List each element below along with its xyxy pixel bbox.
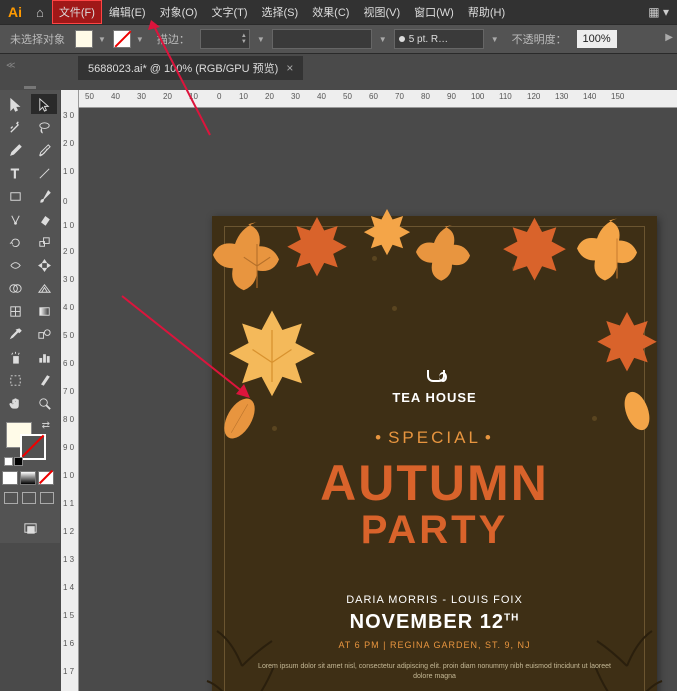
toolbox: T ⇄ xyxy=(0,90,60,543)
lorem-text: Lorem ipsum dolor sit amet nisl, consect… xyxy=(252,662,617,682)
color-mode-solid[interactable] xyxy=(2,471,18,485)
selection-tool[interactable] xyxy=(2,94,28,114)
eraser-tool[interactable] xyxy=(31,209,57,229)
menu-object[interactable]: 对象(O) xyxy=(153,0,205,24)
line-tool[interactable] xyxy=(31,163,57,183)
perspective-tool[interactable] xyxy=(31,278,57,298)
panel-toggle-icon[interactable]: ≪ xyxy=(6,60,15,71)
canvas[interactable]: TEA HOUSE SPECIAL AUTUMN PARTY DARIA MOR… xyxy=(79,108,677,691)
workspace-grid-icon[interactable]: ▦ ▾ xyxy=(640,5,677,19)
column-graph-tool[interactable] xyxy=(31,347,57,367)
horizontal-ruler[interactable]: 5040302010010203040506070809010011012013… xyxy=(79,90,677,108)
hand-tool[interactable] xyxy=(2,393,28,413)
svg-text:T: T xyxy=(10,166,18,181)
artboard: TEA HOUSE SPECIAL AUTUMN PARTY DARIA MOR… xyxy=(212,216,657,691)
menu-bar: Ai ⌂ 文件(F) 编辑(E) 对象(O) 文字(T) 选择(S) 效果(C)… xyxy=(0,0,677,24)
more-options-icon[interactable]: ▶ xyxy=(665,32,673,43)
stroke-weight-input[interactable]: ▲▼ xyxy=(200,29,250,49)
special-text: SPECIAL xyxy=(212,428,657,448)
symbol-sprayer-tool[interactable] xyxy=(2,347,28,367)
date-text: NOVEMBER 12TH xyxy=(212,611,657,634)
type-tool[interactable]: T xyxy=(2,163,28,183)
chevron-down-icon[interactable]: ▼ xyxy=(254,35,268,44)
title-autumn: AUTUMN xyxy=(212,454,657,512)
chevron-down-icon[interactable]: ▼ xyxy=(488,35,502,44)
menu-edit[interactable]: 编辑(E) xyxy=(102,0,153,24)
cup-icon xyxy=(423,364,447,384)
chevron-down-icon[interactable]: ▼ xyxy=(376,35,390,44)
pen-tool[interactable] xyxy=(2,140,28,160)
screen-mode-tool[interactable] xyxy=(19,517,41,539)
draw-normal-icon[interactable] xyxy=(4,492,18,504)
ai-logo-icon: Ai xyxy=(2,4,28,20)
profile-dropdown[interactable] xyxy=(272,29,372,49)
home-icon[interactable]: ⌂ xyxy=(28,5,52,20)
chevron-down-icon: ▼ xyxy=(133,35,147,44)
tab-bar: 5688023.ai* @ 100% (RGB/GPU 预览) × xyxy=(0,56,677,80)
menu-window[interactable]: 窗口(W) xyxy=(407,0,461,24)
tab-title: 5688023.ai* @ 100% (RGB/GPU 预览) xyxy=(88,60,278,76)
options-bar: 未选择对象 ▼ ▼ 描边： ▲▼ ▼ ▼ 5 pt. R… ▼ 不透明度： 10… xyxy=(0,24,677,54)
color-mode-gradient[interactable] xyxy=(20,471,36,485)
curvature-tool[interactable] xyxy=(31,140,57,160)
menu-file[interactable]: 文件(F) xyxy=(52,0,102,24)
eyedropper-tool[interactable] xyxy=(2,324,28,344)
brush-dot-icon xyxy=(399,36,405,42)
rectangle-tool[interactable] xyxy=(2,186,28,206)
brand-block: TEA HOUSE xyxy=(212,364,657,405)
fill-color-icon xyxy=(75,30,93,48)
fill-stroke-control[interactable]: ⇄ xyxy=(2,420,58,460)
opacity-label: 不透明度： xyxy=(506,31,573,47)
blend-tool[interactable] xyxy=(31,324,57,344)
shape-builder-tool[interactable] xyxy=(2,278,28,298)
stroke-swatch[interactable]: ▼ xyxy=(113,30,147,48)
menu-effect[interactable]: 效果(C) xyxy=(305,0,356,24)
menu-help[interactable]: 帮助(H) xyxy=(461,0,512,24)
brush-dropdown[interactable]: 5 pt. R… xyxy=(394,29,484,49)
slice-tool[interactable] xyxy=(31,370,57,390)
rotate-tool[interactable] xyxy=(2,232,28,252)
chevron-down-icon: ▼ xyxy=(95,35,109,44)
draw-behind-icon[interactable] xyxy=(22,492,36,504)
document-tab[interactable]: 5688023.ai* @ 100% (RGB/GPU 预览) × xyxy=(78,56,303,80)
width-tool[interactable] xyxy=(2,255,28,275)
opacity-input[interactable]: 100% xyxy=(577,30,617,48)
menu-select[interactable]: 选择(S) xyxy=(255,0,306,24)
artboard-tool[interactable] xyxy=(2,370,28,390)
paintbrush-tool[interactable] xyxy=(31,186,57,206)
gradient-tool[interactable] xyxy=(31,301,57,321)
magic-wand-tool[interactable] xyxy=(2,117,28,137)
stroke-label: 描边： xyxy=(151,31,196,47)
brush-value: 5 pt. R… xyxy=(409,34,448,45)
swap-icon[interactable]: ⇄ xyxy=(42,420,50,431)
shaper-tool[interactable] xyxy=(2,209,28,229)
brand-name: TEA HOUSE xyxy=(212,390,657,405)
stroke-none-icon xyxy=(113,30,131,48)
menu-type[interactable]: 文字(T) xyxy=(204,0,254,24)
stroke-color-box[interactable] xyxy=(20,434,46,460)
names-text: DARIA MORRIS - LOUIS FOIX xyxy=(212,594,657,606)
direct-selection-tool[interactable] xyxy=(31,94,57,114)
venue-text: AT 6 PM | REGINA GARDEN, ST. 9, NJ xyxy=(212,640,657,650)
screen-mode-row xyxy=(2,492,58,504)
lasso-tool[interactable] xyxy=(31,117,57,137)
close-icon[interactable]: × xyxy=(286,61,293,75)
fill-swatch[interactable]: ▼ xyxy=(75,30,109,48)
menu-view[interactable]: 视图(V) xyxy=(356,0,407,24)
color-mode-row xyxy=(2,471,58,485)
scale-tool[interactable] xyxy=(31,232,57,252)
title-party: PARTY xyxy=(212,508,657,553)
color-mode-none[interactable] xyxy=(38,471,54,485)
mesh-tool[interactable] xyxy=(2,301,28,321)
draw-inside-icon[interactable] xyxy=(40,492,54,504)
vertical-ruler[interactable]: 3 02 01 001 02 03 04 05 06 07 08 09 01 0… xyxy=(61,90,79,691)
selection-status: 未选择对象 xyxy=(4,31,71,47)
free-transform-tool[interactable] xyxy=(31,255,57,275)
zoom-tool[interactable] xyxy=(31,393,57,413)
